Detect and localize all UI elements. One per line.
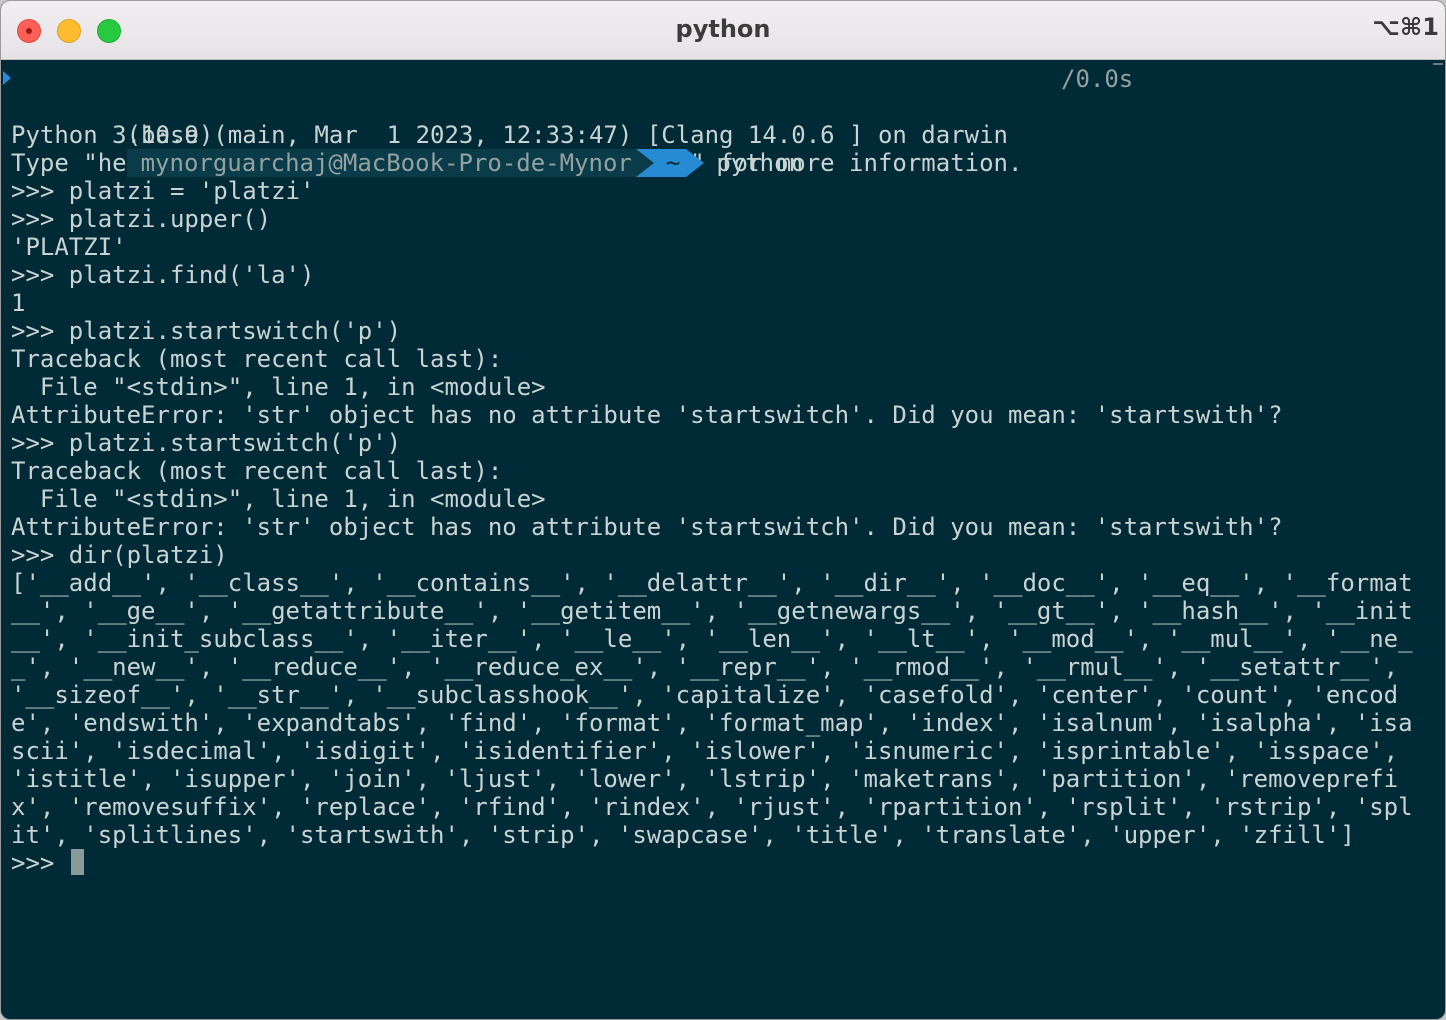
window-title: python [675, 15, 771, 43]
scrollbar[interactable] [1433, 63, 1443, 65]
title-bar[interactable]: python ⌥⌘1 [1, 1, 1445, 60]
output-line: >>> platzi = 'platzi' [11, 177, 315, 205]
mark-indicator-icon [3, 71, 11, 85]
terminal-area[interactable]: /0.0s (base) mynorguarchaj@MacBook-Pro-d… [1, 61, 1445, 1019]
output-line: AttributeError: 'str' object has no attr… [11, 401, 1283, 429]
terminal-window: python ⌥⌘1 /0.0s (base) mynorguarchaj@Ma… [0, 0, 1446, 1020]
output-line: 1 [11, 289, 26, 317]
dir-output: ['__add__', '__class__', '__contains__',… [11, 569, 1413, 849]
output-line: >>> platzi.upper() [11, 205, 272, 233]
output-line: Python 3.10.9 (main, Mar 1 2023, 12:33:4… [11, 121, 1008, 149]
output-line: >>> platzi.startswitch('p') [11, 429, 402, 457]
output-line: Traceback (most recent call last): [11, 345, 503, 373]
output-line: AttributeError: 'str' object has no attr… [11, 513, 1283, 541]
output-line: >>> dir(platzi) [11, 541, 228, 569]
repl-prompt-text: >>> [11, 849, 69, 877]
repl-prompt[interactable]: >>> [11, 849, 1427, 877]
terminal-output: (base) mynorguarchaj@MacBook-Pro-de-Myno… [11, 93, 1427, 877]
tab-shortcut: ⌥⌘1 [1372, 13, 1439, 41]
prompt-user-host: mynorguarchaj@MacBook-Pro-de-Mynor [126, 149, 636, 177]
output-line: 'PLATZI' [11, 233, 127, 261]
output-line: >>> platzi.find('la') [11, 261, 315, 289]
command-duration: /0.0s [1061, 65, 1134, 93]
output-line: >>> platzi.startswitch('p') [11, 317, 402, 345]
conda-env: (base) [126, 121, 214, 149]
output-line: Traceback (most recent call last): [11, 457, 503, 485]
prompt-directory: ~ [635, 149, 705, 177]
output-line: File "<stdin>", line 1, in <module> [11, 485, 546, 513]
output-line: File "<stdin>", line 1, in <module> [11, 373, 546, 401]
text-cursor [70, 849, 84, 875]
shell-prompt: (base) mynorguarchaj@MacBook-Pro-de-Myno… [11, 93, 1427, 177]
